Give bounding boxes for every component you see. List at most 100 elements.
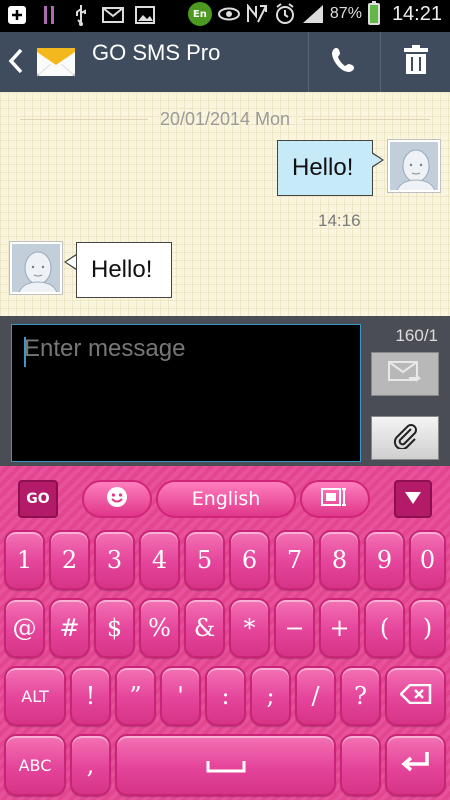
key-abc[interactable]: ABC — [4, 734, 66, 796]
attach-button[interactable] — [371, 416, 439, 460]
key-apostrophe[interactable]: ' — [160, 666, 201, 726]
key-label: * — [243, 614, 256, 642]
language-label: English — [191, 488, 261, 510]
message-text: Hello! — [292, 154, 354, 181]
character-counter: 160/1 — [395, 326, 438, 345]
space-key[interactable] — [115, 734, 336, 796]
go-label: GO — [26, 491, 50, 507]
signal-icon — [302, 3, 324, 25]
key-label: 1 — [16, 546, 33, 574]
mail-icon — [102, 4, 124, 26]
hide-keyboard-button[interactable] — [394, 480, 432, 518]
bubble-tail — [64, 254, 77, 270]
layout-icon — [320, 486, 350, 512]
message-placeholder: Enter message — [24, 335, 186, 362]
go-keyboard-button[interactable]: GO — [18, 480, 58, 518]
keyboard-layout-button[interactable] — [300, 480, 370, 518]
key-plus[interactable]: + — [319, 598, 360, 658]
key-2[interactable]: 2 — [49, 530, 90, 590]
message-time: 14:16 — [318, 211, 361, 230]
key-minus[interactable]: − — [274, 598, 315, 658]
key-label: $ — [106, 614, 123, 642]
avatar[interactable] — [10, 242, 62, 294]
triangle-down-icon — [404, 490, 422, 509]
message-input[interactable]: Enter message — [11, 324, 361, 462]
key-6[interactable]: 6 — [229, 530, 270, 590]
key-label: , — [86, 751, 95, 779]
key-ampersand[interactable]: & — [184, 598, 225, 658]
emoji-button[interactable] — [82, 480, 152, 518]
key-label: ) — [422, 614, 433, 642]
call-button[interactable] — [308, 32, 378, 92]
incoming-message-bubble[interactable]: Hello! — [76, 242, 172, 298]
key-colon[interactable]: : — [205, 666, 246, 726]
go-sms-logo-icon[interactable] — [36, 42, 76, 82]
battery-icon — [367, 1, 380, 25]
key-label: & — [193, 614, 216, 642]
battery-percent: 87% — [329, 5, 362, 22]
key-label: + — [329, 614, 350, 642]
text-caret — [24, 337, 26, 367]
key-3[interactable]: 3 — [94, 530, 135, 590]
key-label: ' — [177, 682, 184, 710]
back-chevron-icon[interactable] — [8, 48, 24, 81]
keyboard-toolbar: GO English — [0, 466, 450, 522]
message-text: Hello! — [91, 256, 153, 283]
key-label: 0 — [419, 546, 436, 574]
key-label: @ — [12, 614, 37, 642]
phone-icon — [331, 46, 357, 78]
key-double-quote[interactable]: ” — [115, 666, 156, 726]
app-title: GO SMS Pro — [92, 40, 221, 65]
key-label: 7 — [286, 546, 303, 574]
key-at[interactable]: @ — [4, 598, 45, 658]
backspace-key[interactable] — [385, 666, 446, 726]
key-label: 6 — [241, 546, 258, 574]
backspace-icon — [398, 682, 432, 710]
paperclip-icon — [392, 423, 418, 453]
language-button[interactable]: English — [156, 480, 296, 518]
key-label: 2 — [61, 546, 78, 574]
key-blank[interactable] — [340, 734, 381, 796]
key-label: ? — [354, 682, 367, 710]
key-open-paren[interactable]: ( — [364, 598, 405, 658]
soft-keyboard: GO English 1 2 3 4 5 6 7 8 9 0 @ # $ % &… — [0, 466, 450, 800]
key-7[interactable]: 7 — [274, 530, 315, 590]
compose-panel: Enter message 160/1 — [0, 316, 450, 466]
key-label: ALT — [21, 686, 49, 706]
key-9[interactable]: 9 — [364, 530, 405, 590]
key-dollar[interactable]: $ — [94, 598, 135, 658]
key-asterisk[interactable]: * — [229, 598, 270, 658]
key-close-paren[interactable]: ) — [409, 598, 446, 658]
key-exclamation[interactable]: ! — [70, 666, 111, 726]
key-8[interactable]: 8 — [319, 530, 360, 590]
key-alt[interactable]: ALT — [4, 666, 66, 726]
key-label: ( — [379, 614, 390, 642]
key-5[interactable]: 5 — [184, 530, 225, 590]
status-bar: En 87% 14:21 — [0, 0, 450, 32]
key-hash[interactable]: # — [49, 598, 90, 658]
key-slash[interactable]: / — [295, 666, 336, 726]
key-label: ABC — [18, 755, 52, 775]
usb-icon — [70, 4, 92, 26]
key-semicolon[interactable]: ; — [250, 666, 291, 726]
key-0[interactable]: 0 — [409, 530, 446, 590]
enter-key[interactable] — [385, 734, 446, 796]
nfc-icon — [246, 3, 268, 25]
avatar[interactable] — [388, 140, 440, 192]
key-comma[interactable]: , — [70, 734, 111, 796]
key-label: ; — [266, 682, 275, 710]
delete-button[interactable] — [380, 32, 450, 92]
key-label: ” — [129, 682, 142, 710]
key-percent[interactable]: % — [139, 598, 180, 658]
key-1[interactable]: 1 — [4, 530, 45, 590]
key-label: 9 — [376, 546, 393, 574]
conversation-view[interactable]: 20/01/2014 Mon Hello! 14:16 Hello! — [0, 92, 450, 316]
send-button[interactable] — [371, 352, 439, 396]
key-question[interactable]: ? — [340, 666, 381, 726]
app-bar: GO SMS Pro — [0, 32, 450, 92]
key-label: 5 — [196, 546, 213, 574]
date-divider: 20/01/2014 Mon — [20, 107, 431, 131]
outgoing-message-bubble[interactable]: Hello! — [277, 140, 373, 196]
key-4[interactable]: 4 — [139, 530, 180, 590]
alarm-icon — [274, 3, 296, 25]
